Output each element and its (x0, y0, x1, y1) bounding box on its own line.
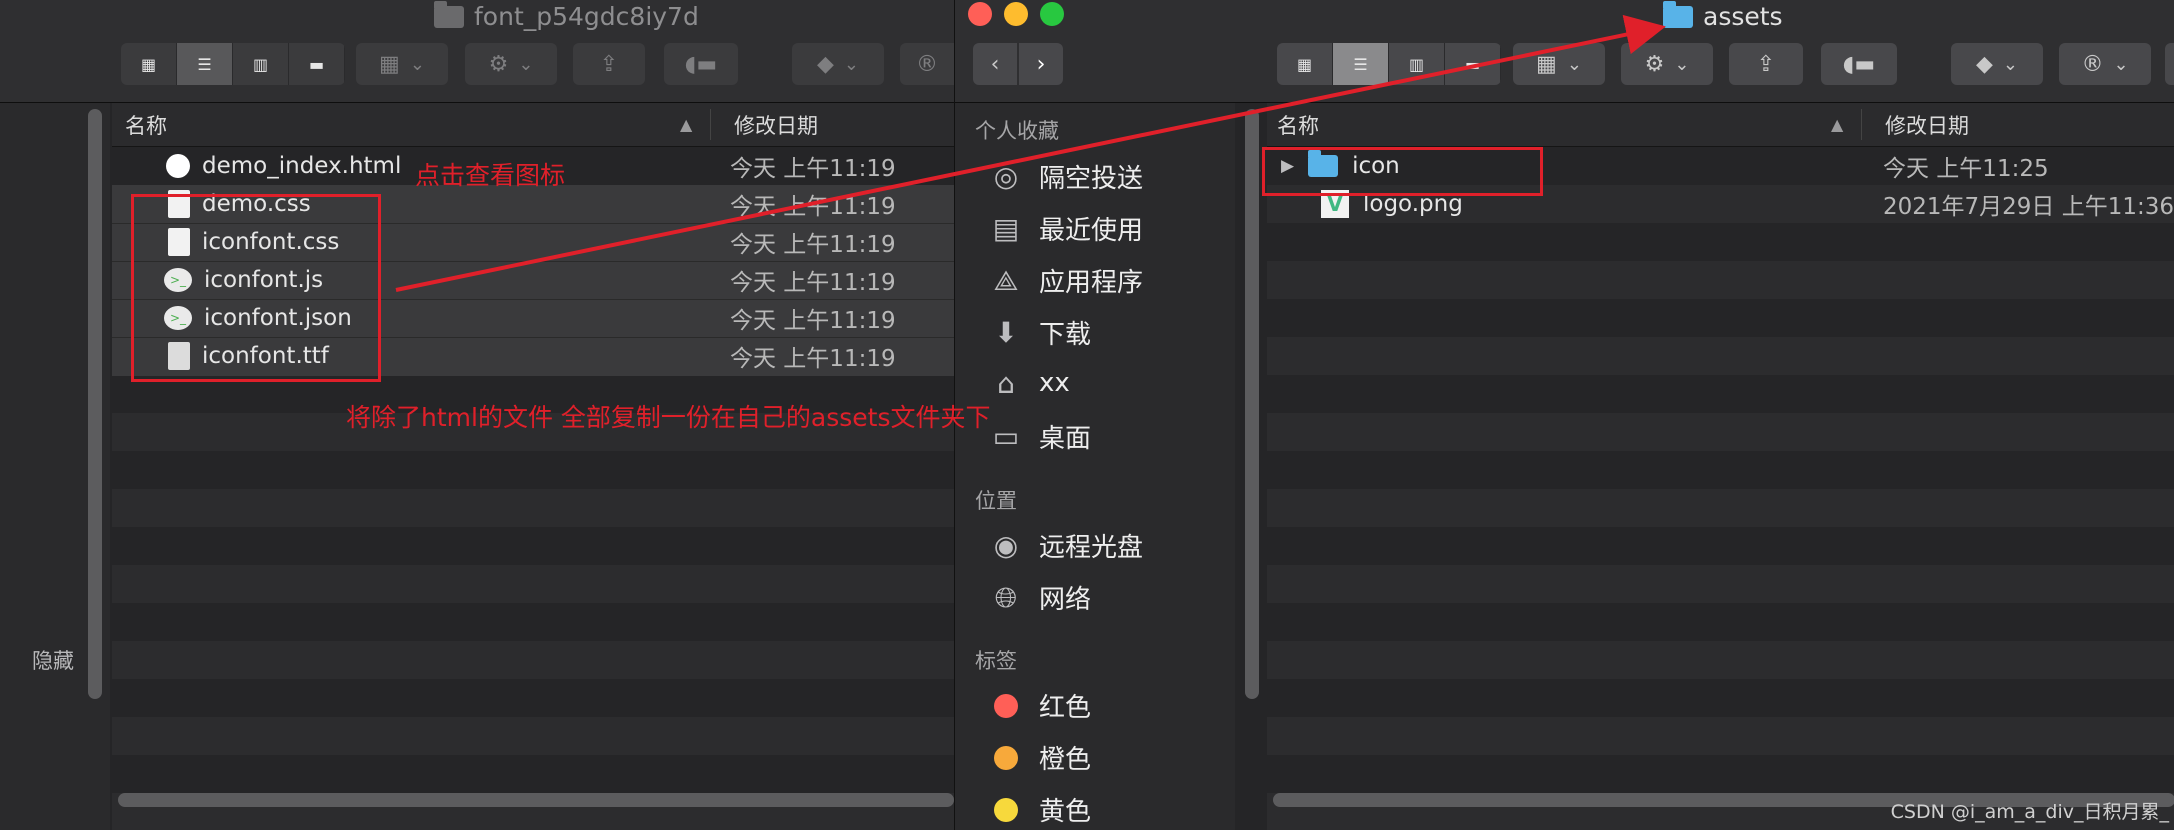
annotation-arrow (395, 14, 1666, 292)
annotation-arrow-layer (395, 14, 1666, 292)
